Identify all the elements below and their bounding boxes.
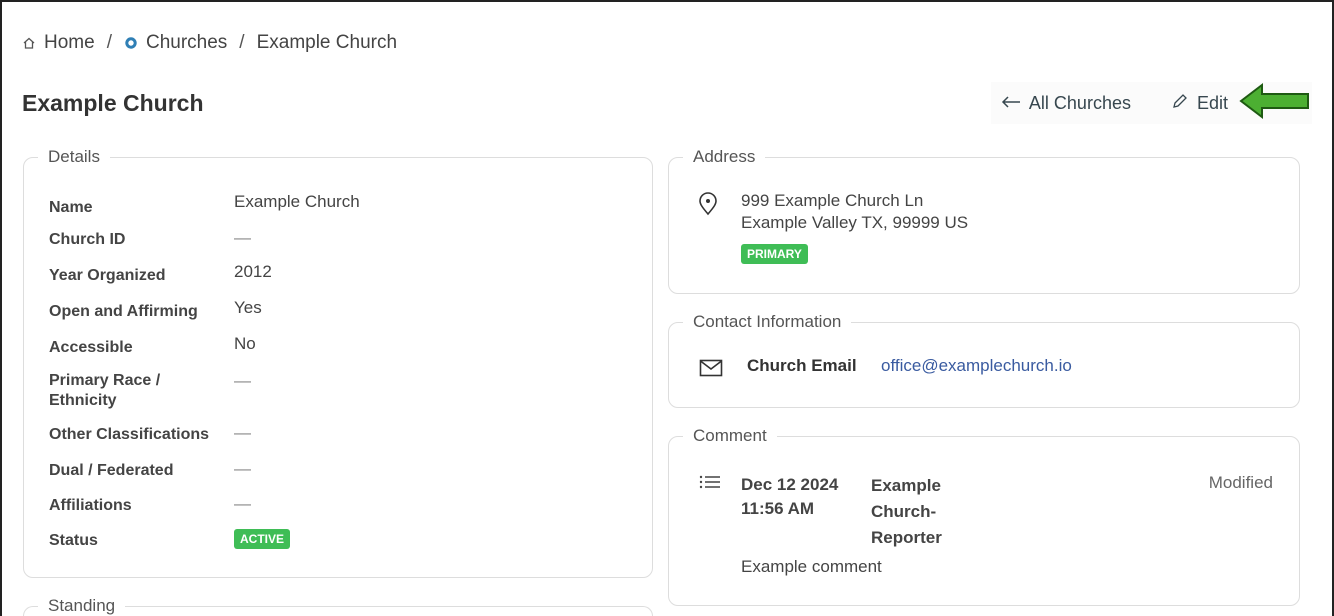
- comment-author-line3: Reporter: [871, 528, 942, 547]
- annotation-arrow-icon: [1238, 81, 1312, 126]
- mail-icon: [699, 359, 723, 382]
- edit-label: Edit: [1196, 92, 1228, 113]
- comment-status: Modified: [1208, 473, 1273, 492]
- details-legend: Details: [38, 147, 110, 167]
- breadcrumb-current: Example Church: [256, 32, 398, 53]
- address-legend: Address: [683, 147, 766, 167]
- all-churches-label: All Churches: [1028, 92, 1131, 113]
- detail-value: Yes: [234, 298, 262, 317]
- comment-author-line2: Church-: [871, 502, 937, 521]
- address-line2: Example Valley TX, 99999 US: [741, 213, 969, 232]
- detail-label: Other Classifications: [49, 426, 210, 443]
- detail-value: —: [234, 371, 251, 390]
- detail-row-accessible: Accessible No: [49, 334, 639, 358]
- comment-card: Comment Dec 12 2024 11:56 AM Example Chu…: [668, 426, 1300, 606]
- detail-row-year-organized: Year Organized 2012: [49, 262, 639, 286]
- status-badge: ACTIVE: [234, 529, 291, 549]
- detail-label: Name: [49, 199, 93, 216]
- comment-datetime: Dec 12 2024 11:56 AM: [741, 473, 838, 521]
- detail-label: Church ID: [49, 231, 126, 248]
- comment-date: Dec 12 2024: [741, 475, 839, 494]
- breadcrumb-churches[interactable]: Churches: [146, 32, 227, 54]
- detail-row-status: Status ACTIVE: [49, 528, 639, 551]
- detail-value: No: [234, 334, 256, 353]
- app-frame: Home / Churches / Example Church Example…: [0, 0, 1334, 616]
- comment-legend: Comment: [683, 426, 777, 446]
- page-title: Example Church: [22, 90, 204, 116]
- detail-label: Year Organized: [49, 267, 166, 284]
- header-actions: All Churches Edit: [990, 81, 1312, 126]
- pencil-icon: [1171, 92, 1189, 115]
- map-pin-icon: [697, 192, 719, 221]
- breadcrumb-separator: /: [239, 32, 245, 53]
- home-icon[interactable]: [22, 36, 36, 50]
- detail-row-other-classifications: Other Classifications —: [49, 423, 639, 445]
- detail-label: Accessible: [49, 339, 133, 356]
- breadcrumb: Home / Churches / Example Church: [22, 32, 397, 54]
- comment-text: Example comment: [741, 557, 882, 576]
- detail-label: Status: [49, 532, 98, 549]
- list-icon: [699, 475, 721, 494]
- standing-card: Standing: [23, 596, 653, 616]
- breadcrumb-separator: /: [106, 32, 112, 53]
- detail-row-affiliations: Affiliations —: [49, 494, 639, 516]
- detail-row-name: Name Example Church: [49, 192, 639, 218]
- detail-value: Example Church: [234, 192, 360, 211]
- detail-row-primary-race: Primary Race / Ethnicity —: [49, 371, 639, 411]
- comment-time: 11:56 AM: [741, 499, 815, 518]
- contact-card: Contact Information Church Email office@…: [668, 312, 1300, 408]
- church-email-link[interactable]: office@examplechurch.io: [881, 356, 1072, 376]
- detail-value: —: [234, 423, 251, 442]
- contact-label: Church Email: [747, 356, 857, 375]
- breadcrumb-home[interactable]: Home: [44, 32, 95, 54]
- detail-value: —: [234, 459, 251, 478]
- detail-row-open-affirming: Open and Affirming Yes: [49, 298, 639, 322]
- detail-label: Open and Affirming: [49, 303, 198, 320]
- address-text: 999 Example Church Ln Example Valley TX,…: [741, 190, 968, 234]
- contact-legend: Contact Information: [683, 312, 852, 332]
- standing-legend: Standing: [38, 596, 126, 616]
- comment-author-line1: Example: [871, 476, 941, 495]
- arrow-left-icon: [1001, 93, 1021, 114]
- primary-badge: PRIMARY: [741, 244, 808, 264]
- address-line1: 999 Example Church Ln: [741, 191, 924, 210]
- detail-label: Primary Race / Ethnicity: [49, 372, 161, 409]
- detail-value: —: [234, 494, 251, 513]
- detail-label: Affiliations: [49, 497, 132, 514]
- churches-icon[interactable]: [124, 36, 138, 50]
- address-card: Address 999 Example Church Ln Example Va…: [668, 147, 1300, 294]
- detail-value: 2012: [234, 262, 272, 281]
- detail-value: —: [234, 228, 251, 247]
- detail-row-dual-federated: Dual / Federated —: [49, 459, 639, 481]
- comment-author: Example Church- Reporter: [871, 473, 961, 551]
- details-card: Details Name Example Church Church ID — …: [23, 147, 653, 578]
- all-churches-button[interactable]: All Churches: [1001, 93, 1131, 114]
- edit-button[interactable]: Edit: [1171, 92, 1228, 115]
- detail-row-church-id: Church ID —: [49, 228, 639, 250]
- detail-label: Dual / Federated: [49, 462, 174, 479]
